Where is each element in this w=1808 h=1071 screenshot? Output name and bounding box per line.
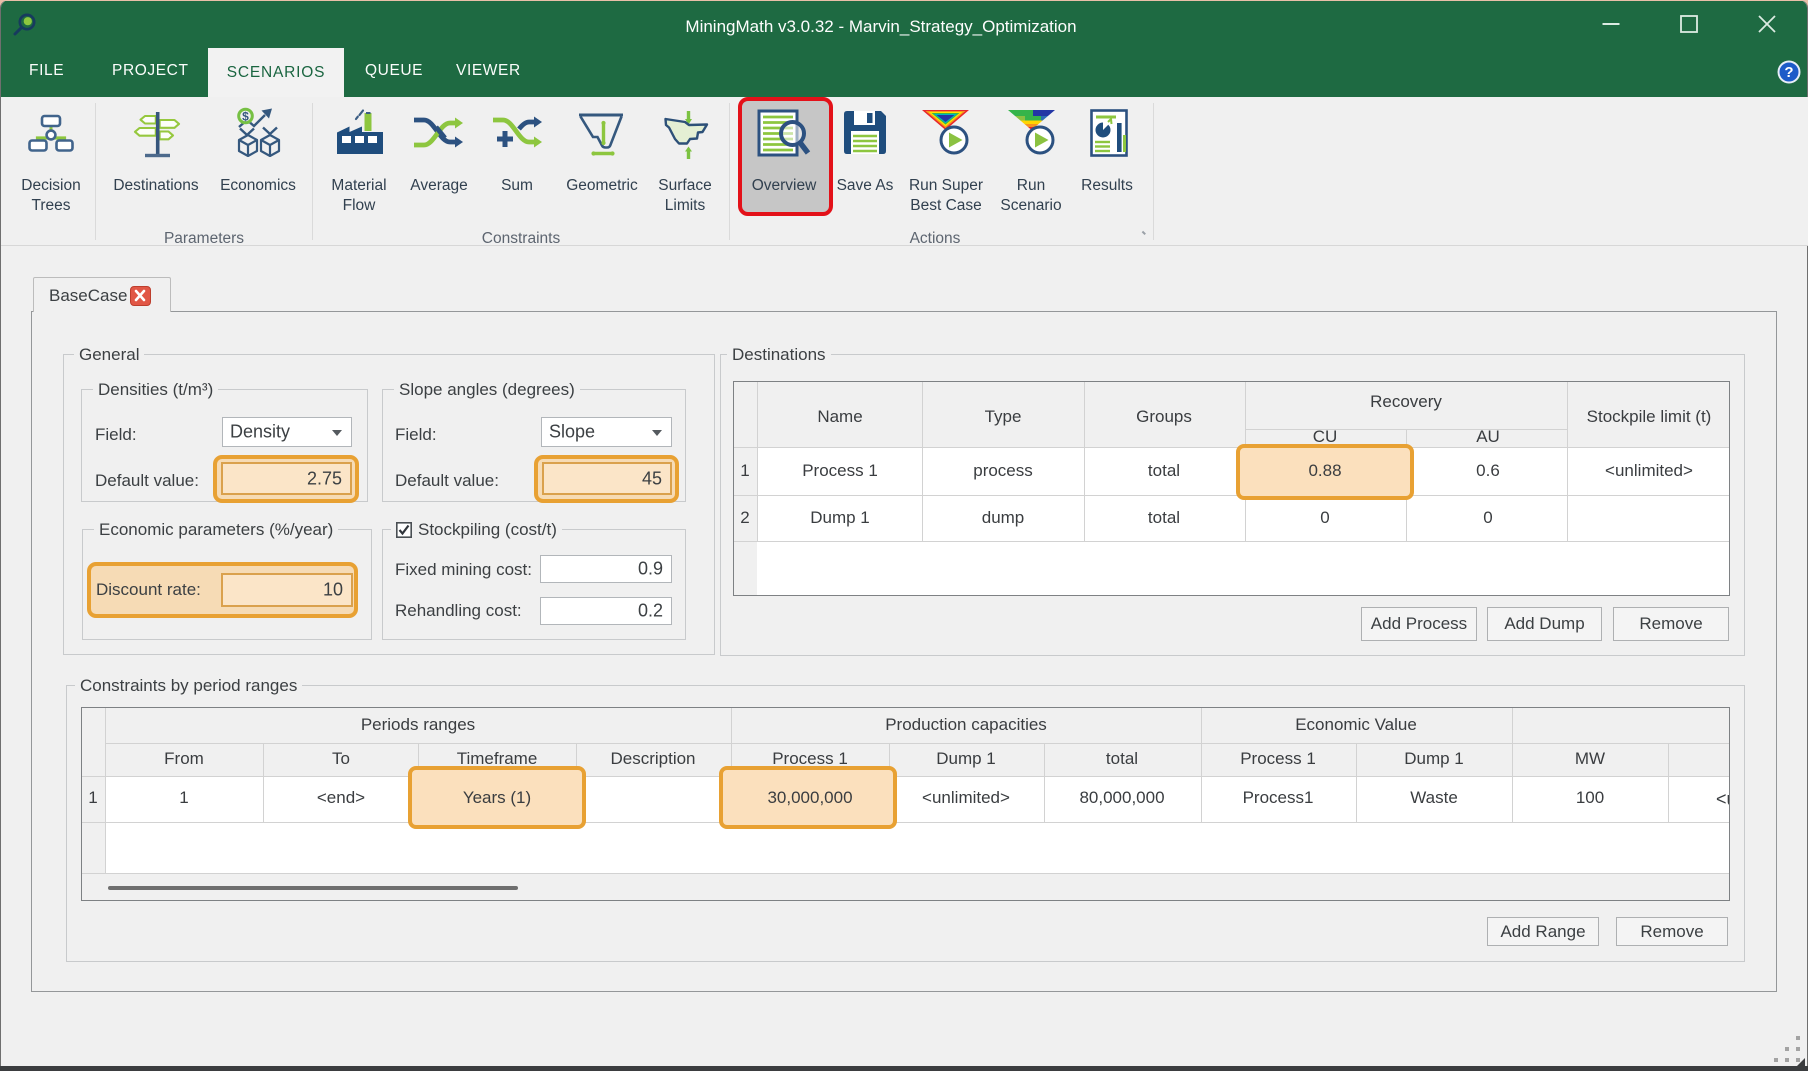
svg-text:$: $	[242, 110, 249, 124]
svg-text:?: ?	[1784, 64, 1793, 81]
